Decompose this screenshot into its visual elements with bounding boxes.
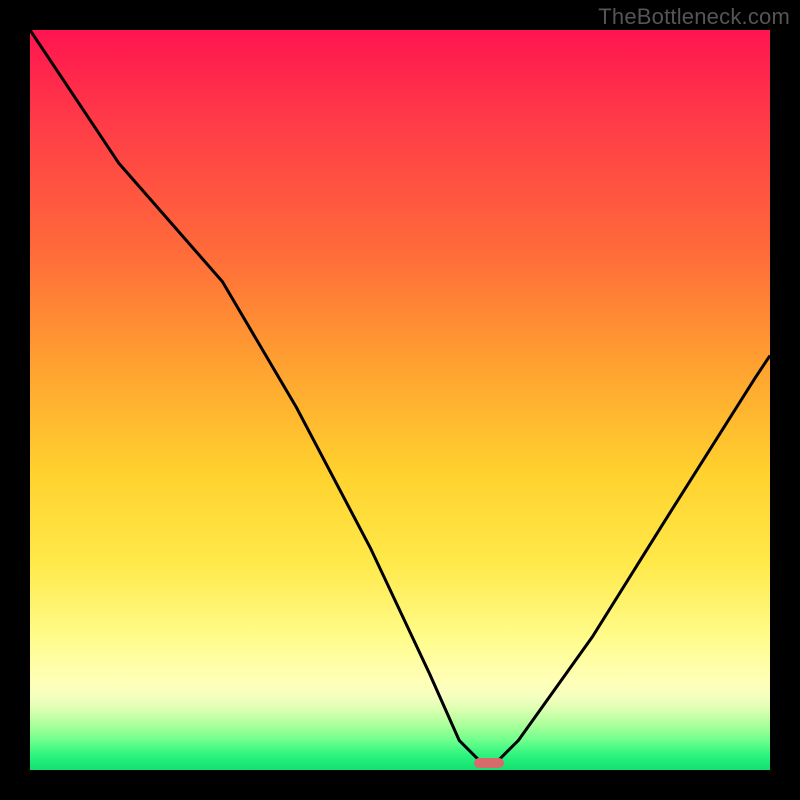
curve-svg xyxy=(30,30,770,770)
minimum-marker xyxy=(474,758,504,768)
plot-area xyxy=(30,30,770,770)
chart-container: TheBottleneck.com xyxy=(0,0,800,800)
watermark-text: TheBottleneck.com xyxy=(598,4,790,30)
bottleneck-curve-path xyxy=(30,30,770,763)
